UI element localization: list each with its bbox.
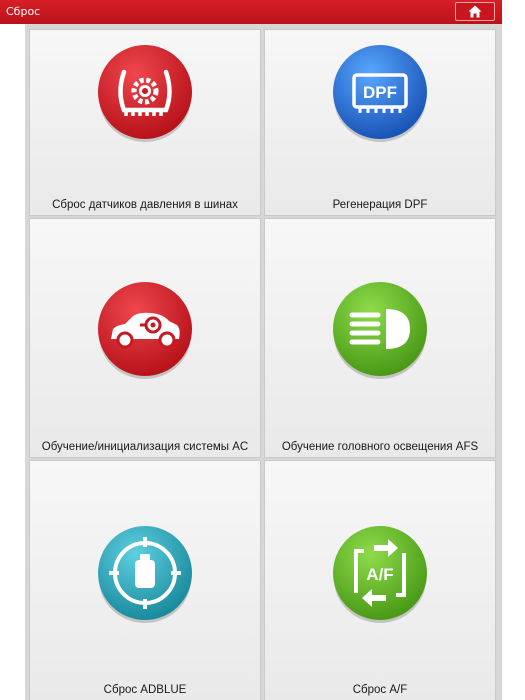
tile-label: Сброс датчиков давления в шинах bbox=[52, 199, 238, 211]
tile-tire-pressure-reset[interactable]: Сброс датчиков давления в шинах bbox=[30, 30, 260, 215]
adblue-icon bbox=[98, 526, 192, 623]
air-fuel-icon: A/F bbox=[333, 526, 427, 623]
right-margin bbox=[502, 0, 525, 700]
tile-label: Обучение головного освещения AFS bbox=[281, 441, 479, 453]
car-ac-icon bbox=[98, 282, 192, 379]
page-title: Сброс bbox=[6, 5, 41, 18]
dpf-icon: DPF bbox=[333, 45, 427, 142]
tile-label: Сброс ADBLUE bbox=[103, 684, 187, 696]
headlight-icon bbox=[333, 282, 427, 379]
tile-ac-learning[interactable]: Обучение/инициализация системы AC bbox=[30, 219, 260, 457]
tile-dpf-regeneration[interactable]: DPF Регенерация DPF bbox=[265, 30, 495, 215]
home-icon bbox=[468, 5, 482, 18]
tile-label: Регенерация DPF bbox=[332, 199, 428, 211]
tile-adblue-reset[interactable]: Сброс ADBLUE bbox=[30, 461, 260, 700]
tile-afs-headlight-learning[interactable]: Обучение головного освещения AFS bbox=[265, 219, 495, 457]
tile-af-reset[interactable]: A/F Сброс A/F bbox=[265, 461, 495, 700]
top-bar: Сброс bbox=[0, 0, 502, 24]
tile-label: Сброс A/F bbox=[352, 684, 408, 696]
af-badge-text: A/F bbox=[366, 565, 393, 584]
home-button[interactable] bbox=[455, 2, 495, 21]
tile-label: Обучение/инициализация системы AC bbox=[41, 441, 249, 453]
dpf-badge-text: DPF bbox=[363, 83, 397, 102]
tire-pressure-icon bbox=[98, 45, 192, 142]
reset-functions-grid: Сброс датчиков давления в шинах DPF Реге… bbox=[25, 24, 502, 700]
